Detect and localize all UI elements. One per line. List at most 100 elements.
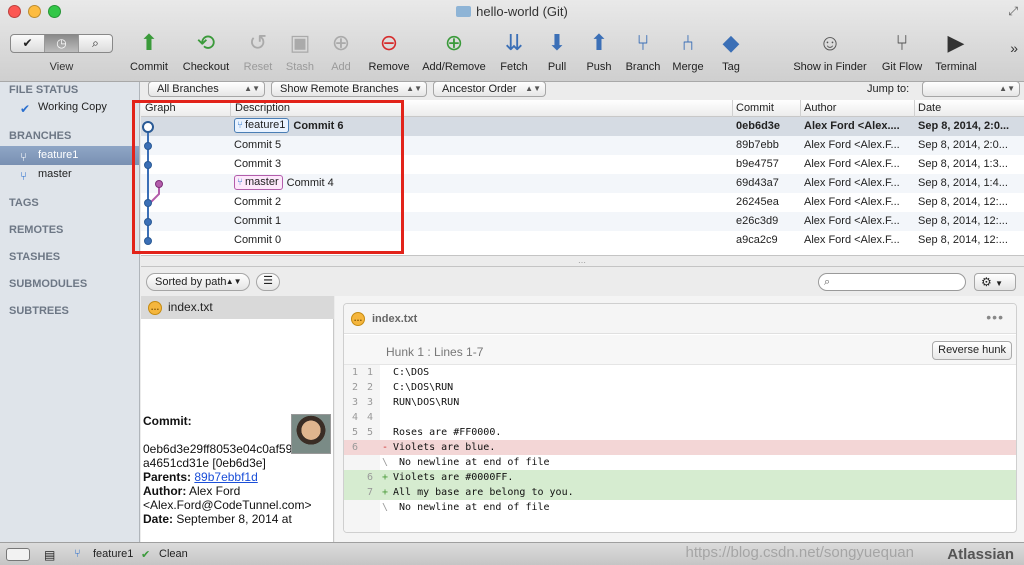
view-segmented-control[interactable]: ✔ ◷ ⌕	[10, 34, 113, 53]
new-line-number: 7	[366, 487, 373, 498]
jump-to-select[interactable]: ▲▼	[922, 81, 1020, 97]
watermark-text: https://blog.csdn.net/songyuequan	[685, 544, 914, 561]
branch-icon: ⑂	[74, 548, 81, 560]
file-item[interactable]: … index.txt	[141, 296, 334, 319]
changed-files-list: … index.txt	[141, 296, 334, 411]
date-label: Date:	[143, 512, 174, 526]
branches-filter-select[interactable]: All Branches ▲▼	[148, 81, 265, 97]
commit-hash: b9e4757	[736, 158, 779, 170]
commit-author: Alex Ford <Alex.F...	[804, 158, 900, 170]
toggle-sidebar-button[interactable]	[6, 548, 30, 561]
commit-description: ⑂ master Commit 4	[234, 174, 729, 193]
commit-message: Commit 1	[234, 215, 282, 227]
toolbar-button-label: Add	[331, 61, 351, 73]
old-line-number: 2	[351, 382, 358, 393]
commit-description: Commit 5	[234, 136, 729, 155]
hunk-header: Hunk 1 : Lines 1-7 Reverse hunk	[344, 335, 1016, 365]
search-icon: ⌕	[824, 276, 831, 288]
diff-line[interactable]: \ No newline at end of file	[344, 500, 1016, 515]
sidebar-header-branches[interactable]: BRANCHES	[9, 130, 71, 142]
branch-icon: ⑂	[20, 169, 28, 183]
column-header-author[interactable]: Author	[804, 102, 836, 114]
table-row[interactable]: ⑂ feature1 Commit 6 0eb6d3e Alex Ford <Alex.…	[141, 117, 1024, 136]
settings-menu-button[interactable]: ⚙ ▼	[974, 273, 1016, 291]
list-view-button[interactable]: ☰	[256, 273, 280, 291]
view-history-segment[interactable]: ◷	[45, 35, 79, 52]
old-line-number: 6	[351, 442, 358, 453]
sidebar: FILE STATUS ✔ Working Copy BRANCHES ⑂ feat…	[0, 82, 140, 542]
table-row[interactable]: Commit 5 89b7ebb Alex Ford <Alex.F... Sep 8…	[141, 136, 1024, 155]
column-header-commit[interactable]: Commit	[736, 102, 774, 114]
commit-date: Sep 8, 2014, 12:...	[918, 215, 1008, 227]
diff-line[interactable]: 5 5 Roses are #FF0000.	[344, 425, 1016, 440]
git-flow-icon: ⑂	[895, 30, 909, 55]
fullscreen-icon[interactable]: ⤢	[1008, 4, 1018, 19]
column-header-date[interactable]: Date	[918, 102, 941, 114]
sidebar-header-file-status[interactable]: FILE STATUS	[9, 84, 78, 96]
diff-panel: … index.txt ••• Hunk 1 : Lines 1-7 Rever…	[343, 303, 1017, 533]
sidebar-header-remotes[interactable]: REMOTES	[9, 224, 63, 236]
sidebar-header-submodules[interactable]: SUBMODULES	[9, 278, 87, 290]
commit-author: Alex Ford <Alex.F...	[804, 234, 900, 246]
sidebar-item-master[interactable]: ⑂ master	[0, 165, 139, 184]
view-search-segment[interactable]: ⌕	[79, 35, 112, 52]
table-row[interactable]: Commit 1 e26c3d9 Alex Ford <Alex.F... Sep 8…	[141, 212, 1024, 231]
updown-arrow-icon: ▲▼	[999, 84, 1015, 93]
toolbar-button-label: Remove	[368, 61, 410, 73]
sidebar-item-working-copy[interactable]: ✔ Working Copy	[0, 98, 139, 117]
window-title: hello-world (Git)	[0, 4, 1024, 19]
diff-line[interactable]: 7 + All my base are belong to you.	[344, 485, 1016, 500]
updown-arrow-icon: ▲▼	[525, 84, 541, 93]
sidebar-item-feature1[interactable]: ⑂ feature1	[0, 146, 139, 165]
diff-line-text: C:\DOS	[393, 367, 430, 378]
diff-line[interactable]: 2 2 C:\DOS\RUN	[344, 380, 1016, 395]
table-row[interactable]: Commit 2 26245ea Alex Ford <Alex.F... Sep 8…	[141, 193, 1024, 212]
hunk-label: Hunk 1 : Lines 1-7	[386, 345, 484, 359]
column-header-graph[interactable]: Graph	[145, 102, 176, 114]
sidebar-header-subtrees[interactable]: SUBTREES	[9, 305, 69, 317]
table-row[interactable]: Commit 0 a9ca2c9 Alex Ford <Alex.F... Sep 8…	[141, 231, 1024, 250]
diff-line[interactable]: 3 3 RUN\DOS\RUN	[344, 395, 1016, 410]
tag-button[interactable]: ◆ Tag	[691, 29, 771, 73]
diff-marker: -	[382, 442, 389, 453]
pane-splitter[interactable]: ⋯	[141, 255, 1024, 267]
splitter-handle-icon: ⋯	[578, 258, 586, 267]
toggle-panel-icon[interactable]: ▤	[44, 548, 55, 562]
working-copy-state: Clean	[159, 548, 188, 560]
column-header-description[interactable]: Description	[235, 102, 290, 114]
old-line-number: 4	[351, 412, 358, 423]
diff-line[interactable]: 6 + Violets are #0000FF.	[344, 470, 1016, 485]
view-file-status-segment[interactable]: ✔	[11, 35, 45, 52]
toolbar-overflow-icon[interactable]: »	[1010, 40, 1018, 56]
branch-label-badge[interactable]: ⑂ master	[234, 175, 283, 190]
diff-line[interactable]: 6 - Violets are blue.	[344, 440, 1016, 455]
table-row[interactable]: ⑂ master Commit 4 69d43a7 Alex Ford <Alex.F.…	[141, 174, 1024, 193]
sort-files-select[interactable]: Sorted by path ▲▼	[146, 273, 250, 291]
commit-order-select[interactable]: Ancestor Order ▲▼	[433, 81, 546, 97]
checkout-icon: ⟲	[196, 30, 216, 55]
graph-commit-node	[144, 142, 152, 150]
diff-line-text: All my base are belong to you.	[393, 487, 574, 498]
diff-line[interactable]: 1 1 C:\DOS	[344, 365, 1016, 380]
more-options-icon[interactable]: •••	[986, 309, 1004, 325]
branch-label-badge[interactable]: ⑂ feature1	[234, 118, 290, 133]
remote-branches-select[interactable]: Show Remote Branches ▲▼	[271, 81, 427, 97]
parent-commit-link[interactable]: 89b7ebbf1d	[194, 470, 257, 484]
table-row[interactable]: Commit 3 b9e4757 Alex Ford <Alex.F... Sep 8…	[141, 155, 1024, 174]
updown-arrow-icon: ▲▼	[244, 84, 260, 93]
search-input[interactable]: ⌕	[818, 273, 966, 291]
sidebar-header-tags[interactable]: TAGS	[9, 197, 39, 209]
gear-icon: ⚙	[981, 275, 992, 289]
diff-line-text: Violets are blue.	[393, 442, 496, 453]
commit-date: Sep 8, 2014, 1:3...	[918, 158, 1008, 170]
add-remove-icon: ⊕	[444, 30, 464, 55]
diff-line[interactable]: 44	[344, 410, 1016, 425]
commit-graph	[142, 121, 163, 245]
diff-marker: +	[382, 472, 389, 483]
terminal-button[interactable]: ▶ Terminal	[916, 29, 996, 73]
show-in-finder-button[interactable]: ☺ Show in Finder	[790, 29, 870, 73]
sidebar-header-stashes[interactable]: STASHES	[9, 251, 60, 263]
toolbar-button-label: Show in Finder	[793, 61, 867, 73]
reverse-hunk-button[interactable]: Reverse hunk	[932, 341, 1012, 360]
diff-line[interactable]: \ No newline at end of file	[344, 455, 1016, 470]
